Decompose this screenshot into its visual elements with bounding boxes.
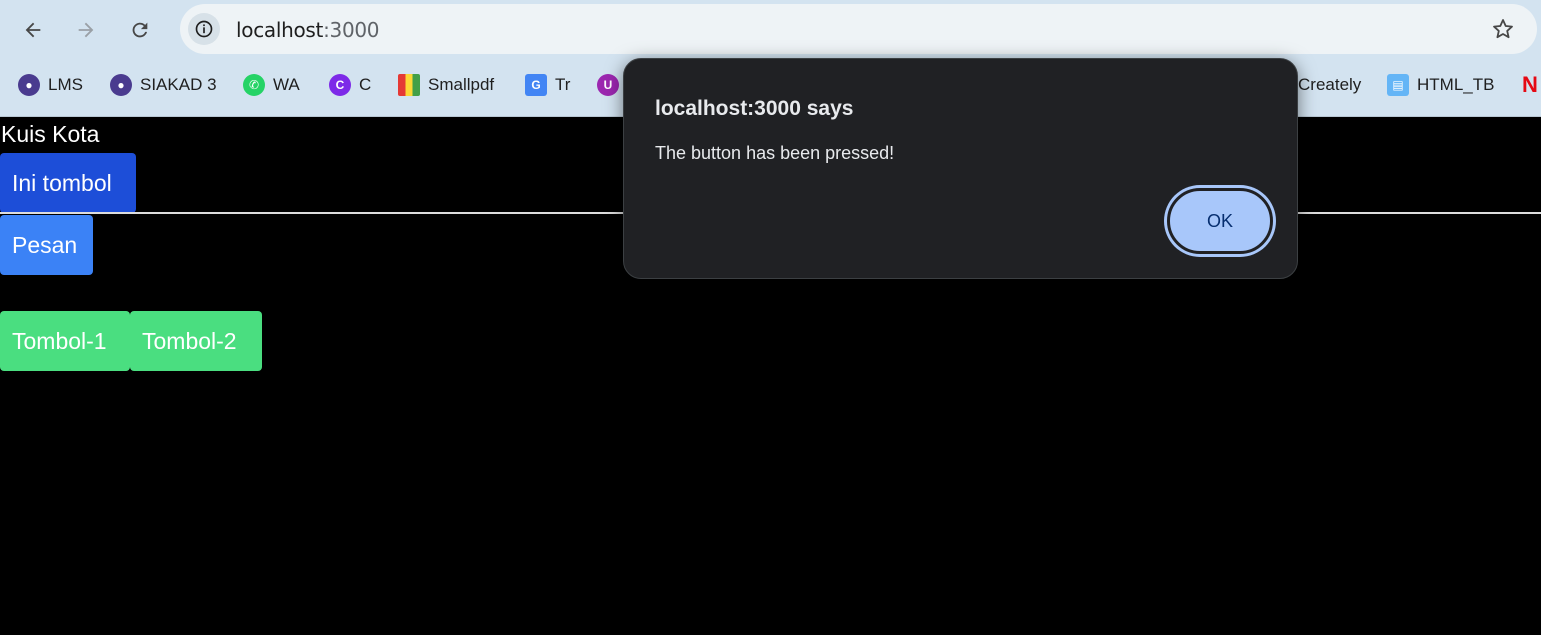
bookmark-canva[interactable]: C C xyxy=(329,66,371,104)
reload-button[interactable] xyxy=(120,10,160,50)
bookmark-label: Tr xyxy=(555,75,571,94)
site-info-button[interactable] xyxy=(188,13,220,45)
page-title: Kuis Kota xyxy=(1,121,100,147)
bookmark-wa[interactable]: ✆ WA xyxy=(243,66,300,104)
bookmark-label: SIAKAD 3 xyxy=(140,75,217,94)
bookmark-siakad[interactable]: ● SIAKAD 3 xyxy=(110,66,217,104)
dialog-message: The button has been pressed! xyxy=(655,143,895,163)
tombol-2-button[interactable]: Tombol-2 xyxy=(130,311,262,371)
reload-icon xyxy=(132,22,148,38)
bookmark-translate[interactable]: G Tr xyxy=(525,66,570,104)
bookmark-label: C xyxy=(359,75,372,94)
smallpdf-icon xyxy=(398,74,420,96)
whatsapp-icon: ✆ xyxy=(243,74,265,96)
purple-circle-icon: U xyxy=(597,74,619,96)
bookmark-creately[interactable]: Creately xyxy=(1298,66,1361,104)
netflix-icon: N xyxy=(1522,72,1538,97)
pesan-button[interactable]: Pesan xyxy=(0,215,93,275)
url-text: localhost:3000 xyxy=(236,18,380,42)
tombol-1-button[interactable]: Tombol-1 xyxy=(0,311,130,371)
bookmark-html-tb[interactable]: ▤ HTML_TB xyxy=(1387,66,1494,104)
bookmark-label: Smallpdf xyxy=(428,75,495,94)
forward-button[interactable] xyxy=(66,10,106,50)
bookmark-label: LMS xyxy=(48,75,83,94)
ok-button[interactable]: OK xyxy=(1167,188,1273,254)
bookmark-netflix[interactable]: N xyxy=(1522,66,1538,104)
bookmark-purple[interactable]: U xyxy=(597,66,619,104)
bookmark-lms[interactable]: ● LMS xyxy=(18,66,83,104)
book-icon: ▤ xyxy=(1387,74,1409,96)
university-seal-icon: ● xyxy=(110,74,132,96)
google-translate-icon: G xyxy=(525,74,547,96)
bookmark-star-button[interactable] xyxy=(1489,15,1517,43)
arrow-left-icon xyxy=(25,22,41,38)
ini-tombol-button[interactable]: Ini tombol xyxy=(0,153,136,213)
bookmark-label: Creately xyxy=(1298,75,1362,94)
back-button[interactable] xyxy=(13,10,53,50)
info-icon xyxy=(195,20,213,38)
bookmark-label: HTML_TB xyxy=(1417,75,1495,94)
url-host: localhost xyxy=(236,18,324,42)
bookmark-smallpdf[interactable]: Smallpdf xyxy=(398,66,494,104)
star-icon xyxy=(1493,19,1513,39)
alert-dialog: localhost:3000 says The button has been … xyxy=(623,58,1298,279)
canva-icon: C xyxy=(329,74,351,96)
bookmark-label: WA xyxy=(273,75,300,94)
university-seal-icon: ● xyxy=(18,74,40,96)
address-bar[interactable]: localhost:3000 xyxy=(180,4,1537,54)
arrow-right-icon xyxy=(78,22,94,38)
url-port: :3000 xyxy=(323,18,380,42)
dialog-title: localhost:3000 says xyxy=(655,97,854,120)
